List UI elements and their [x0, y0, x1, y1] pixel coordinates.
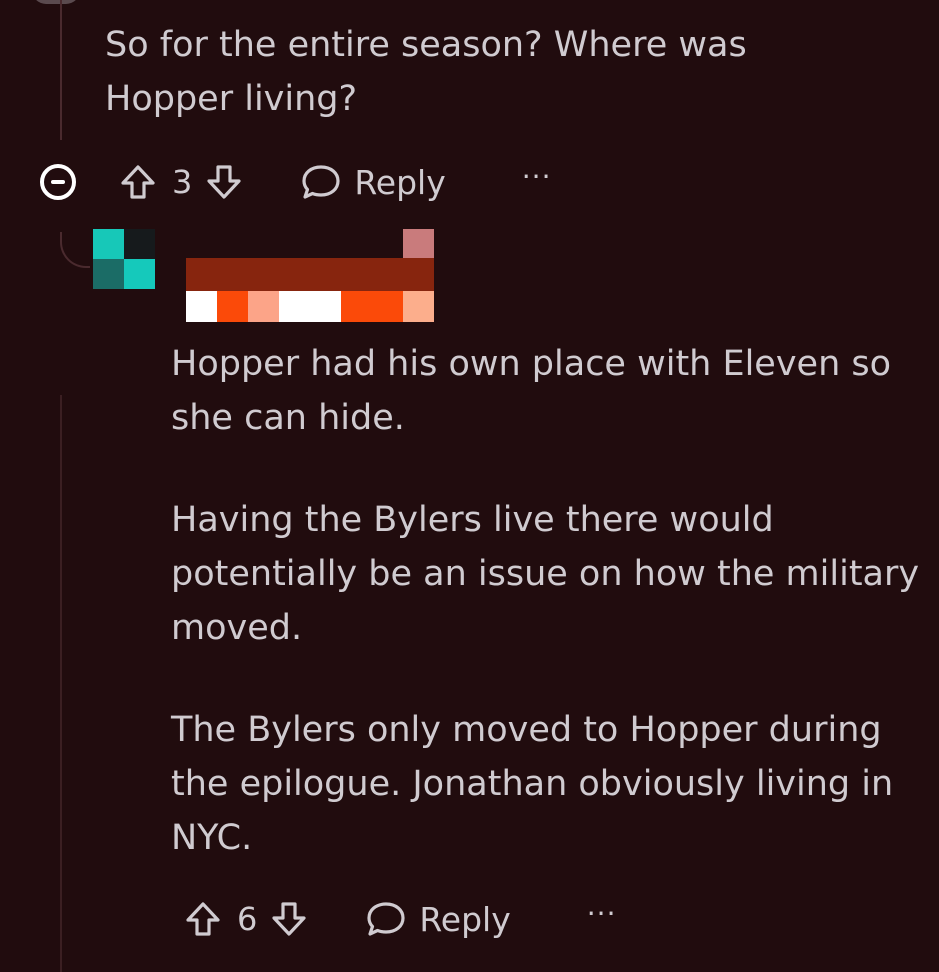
- reply-paragraph: Having the Bylers live there would poten…: [171, 500, 920, 648]
- downvote-icon[interactable]: [269, 899, 309, 939]
- vote-count: 6: [237, 900, 258, 938]
- reply-label: Reply: [354, 162, 446, 202]
- parent-avatar: [32, 0, 80, 4]
- reply-bubble-icon: [367, 902, 405, 936]
- reply-paragraph: Hopper had his own place with Eleven so …: [171, 344, 892, 438]
- reply-button[interactable]: Reply: [365, 899, 511, 939]
- reply-button[interactable]: Reply: [300, 162, 446, 202]
- parent-comment-actions: 3 Reply ···: [40, 157, 551, 207]
- downvote-icon[interactable]: [204, 162, 244, 202]
- upvote-icon[interactable]: [183, 899, 223, 939]
- vote-count: 3: [172, 163, 193, 201]
- reply-comment-actions: 6 Reply ···: [183, 894, 616, 944]
- redacted-metadata: [186, 291, 434, 322]
- redacted-block: [403, 229, 434, 259]
- more-options-icon[interactable]: ···: [587, 897, 617, 930]
- more-options-icon[interactable]: ···: [522, 160, 552, 193]
- reply-avatar[interactable]: [93, 229, 155, 289]
- reply-label: Reply: [419, 899, 511, 939]
- thread-line[interactable]: [60, 0, 62, 140]
- thread-connector: [60, 232, 90, 268]
- thread-line-reply[interactable]: [60, 395, 62, 972]
- reply-comment-body: Hopper had his own place with Eleven so …: [171, 337, 931, 913]
- reply-paragraph: The Bylers only moved to Hopper during t…: [171, 710, 894, 858]
- upvote-icon[interactable]: [118, 162, 158, 202]
- parent-comment-text: So for the entire season? Where was Hopp…: [105, 25, 747, 119]
- reply-bubble-icon: [302, 165, 340, 199]
- redacted-username: [186, 258, 434, 291]
- collapse-thread-icon[interactable]: [40, 164, 76, 200]
